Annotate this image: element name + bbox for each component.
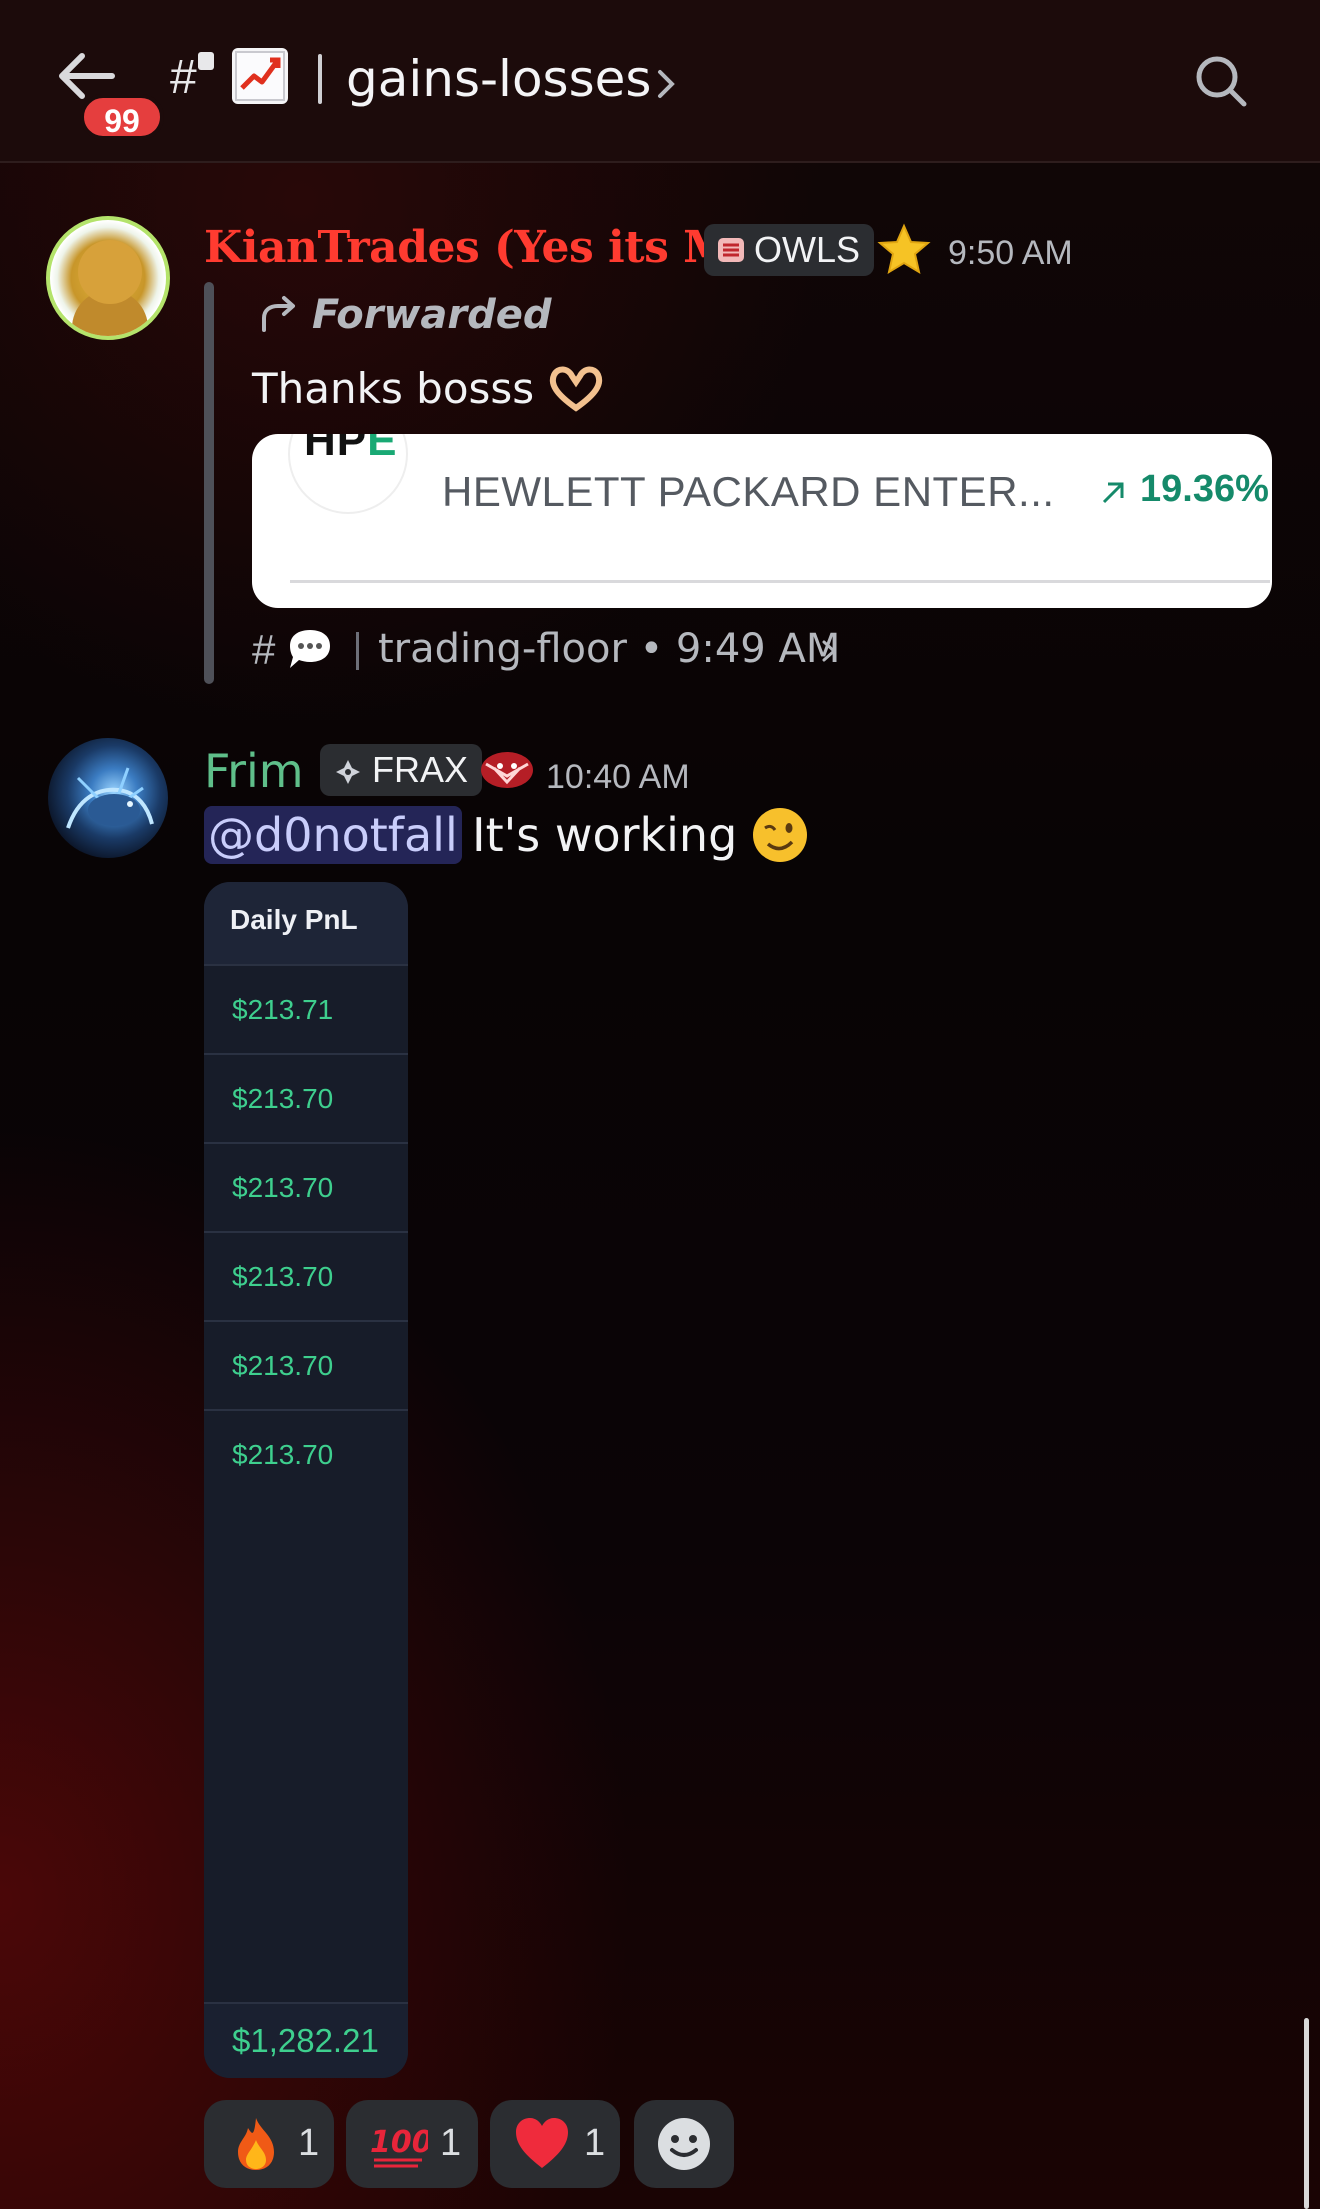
role-tag-label: OWLS	[754, 229, 861, 270]
avatar-face	[78, 240, 142, 304]
pnl-row: $213.70	[204, 1320, 408, 1409]
fire-icon	[238, 2118, 274, 2170]
user-mention[interactable]: @d0notfall	[204, 806, 462, 864]
reaction-fire[interactable]: 1	[204, 2100, 334, 2188]
daily-pnl-image[interactable]: Daily PnL $213.71 $213.70 $213.70 $213.7…	[204, 882, 408, 2078]
source-channel: trading-floor • 9:49 AM	[378, 626, 841, 672]
pnl-row: $213.71	[204, 964, 408, 1053]
pnl-header-label: Daily PnL	[230, 904, 358, 935]
owl-tag-icon	[718, 238, 744, 262]
channel-name[interactable]: gains-losses	[346, 50, 651, 108]
forwarded-label: Forwarded	[312, 292, 552, 338]
add-reaction-button[interactable]	[634, 2100, 734, 2188]
lock-icon	[198, 52, 214, 70]
embed-divider	[290, 580, 1270, 583]
source-divider	[356, 632, 359, 670]
company-logo-text: HPE	[304, 434, 398, 465]
message-text: It's working	[472, 808, 738, 862]
add-reaction-icon	[658, 2118, 710, 2170]
role-tag[interactable]: FRAX	[320, 744, 483, 796]
heart-hands-icon	[549, 366, 603, 412]
pnl-total-value: $1,282.21	[232, 2022, 379, 2059]
forward-bar	[204, 282, 214, 684]
hundred-points-icon: 100	[370, 2125, 428, 2168]
forward-arrow-icon	[262, 296, 295, 332]
reaction-count: 1	[298, 2122, 320, 2164]
source-hash-icon: #	[252, 626, 276, 673]
reaction-count: 1	[440, 2122, 462, 2164]
username[interactable]: KianTrades (Yes its Me)	[204, 222, 780, 273]
pnl-row: $213.70	[204, 1142, 408, 1231]
arrow-up-right-icon	[1102, 482, 1124, 504]
speech-bubble-icon	[290, 630, 330, 668]
message-text: Thanks bosss	[252, 364, 535, 413]
svg-text:100: 100	[370, 2125, 428, 2160]
reaction-heart[interactable]: 1	[490, 2100, 620, 2188]
search-icon	[1196, 56, 1247, 107]
price-change: 19.36%	[1140, 468, 1269, 510]
chevron-right-icon[interactable]	[652, 66, 680, 102]
reaction-hundred[interactable]: 100 1	[346, 2100, 478, 2188]
diamond-tag-icon	[336, 760, 360, 784]
pnl-header: Daily PnL	[204, 882, 408, 964]
stock-embed-card[interactable]: HPE HEWLETT PACKARD ENTER... 19.36%	[252, 434, 1272, 608]
username[interactable]: Frim	[204, 744, 304, 798]
message-timestamp: 9:50 AM	[948, 234, 1073, 272]
avatar-bear-art	[66, 767, 154, 829]
pnl-row: $213.70	[204, 1053, 408, 1142]
reaction-count: 1	[584, 2122, 606, 2164]
channel-header: 99 # gains-losses	[0, 0, 1320, 163]
pnl-row: $213.70	[204, 1231, 408, 1320]
channel-hash-icon: #	[170, 51, 197, 104]
heart-icon	[516, 2118, 568, 2168]
pnl-row: $213.70	[204, 1409, 408, 1498]
user-avatar[interactable]	[48, 738, 168, 858]
pnl-total: $1,282.21	[204, 2002, 408, 2078]
unread-badge: 99	[80, 94, 164, 140]
star-icon	[877, 223, 931, 275]
owl-badge-icon	[481, 752, 533, 788]
winking-face-icon	[753, 808, 807, 862]
user-avatar[interactable]	[46, 216, 170, 340]
company-name: HEWLETT PACKARD ENTER...	[442, 468, 1055, 515]
scrollbar[interactable]	[1304, 2018, 1309, 2209]
role-tag[interactable]: OWLS	[704, 224, 875, 276]
role-tag-label: FRAX	[372, 749, 469, 790]
chart-increasing-icon	[232, 48, 288, 104]
message-timestamp: 10:40 AM	[546, 758, 690, 796]
header-divider	[318, 54, 322, 104]
chevron-right-icon	[822, 640, 837, 662]
search-button[interactable]	[1192, 52, 1252, 112]
